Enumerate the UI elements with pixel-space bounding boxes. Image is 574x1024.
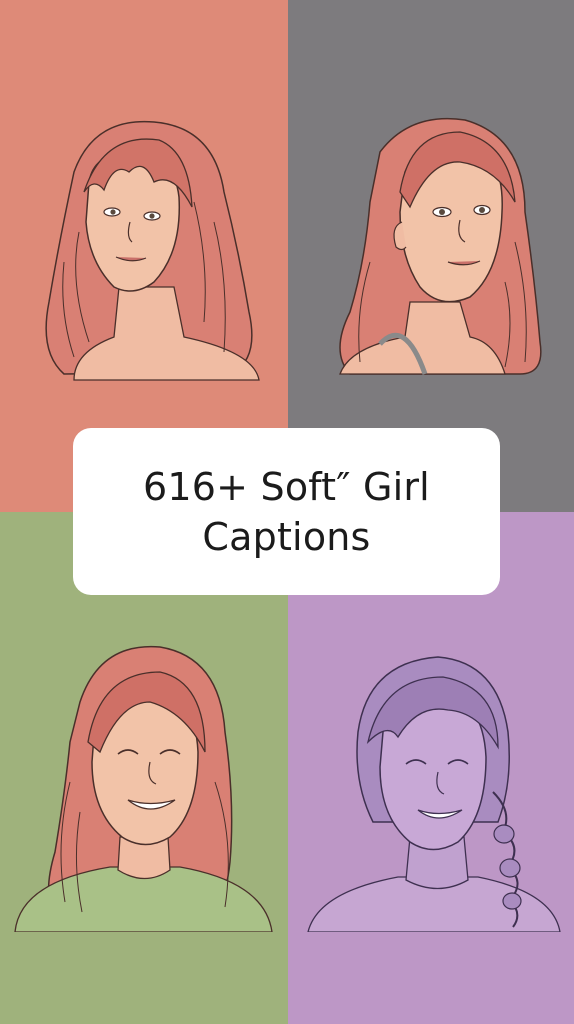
title-line-2: Captions <box>202 514 371 559</box>
portrait-bangs-illustration <box>45 120 260 381</box>
page-title: 616+ Soft″ Girl Captions <box>143 462 430 562</box>
portrait-braid-illustration <box>307 656 561 932</box>
title-line-1: 616+ Soft″ Girl <box>143 464 430 509</box>
portrait-side-glance-illustration <box>339 117 542 375</box>
title-card: 616+ Soft″ Girl Captions <box>73 428 500 595</box>
portrait-smiling-illustration <box>14 645 273 932</box>
